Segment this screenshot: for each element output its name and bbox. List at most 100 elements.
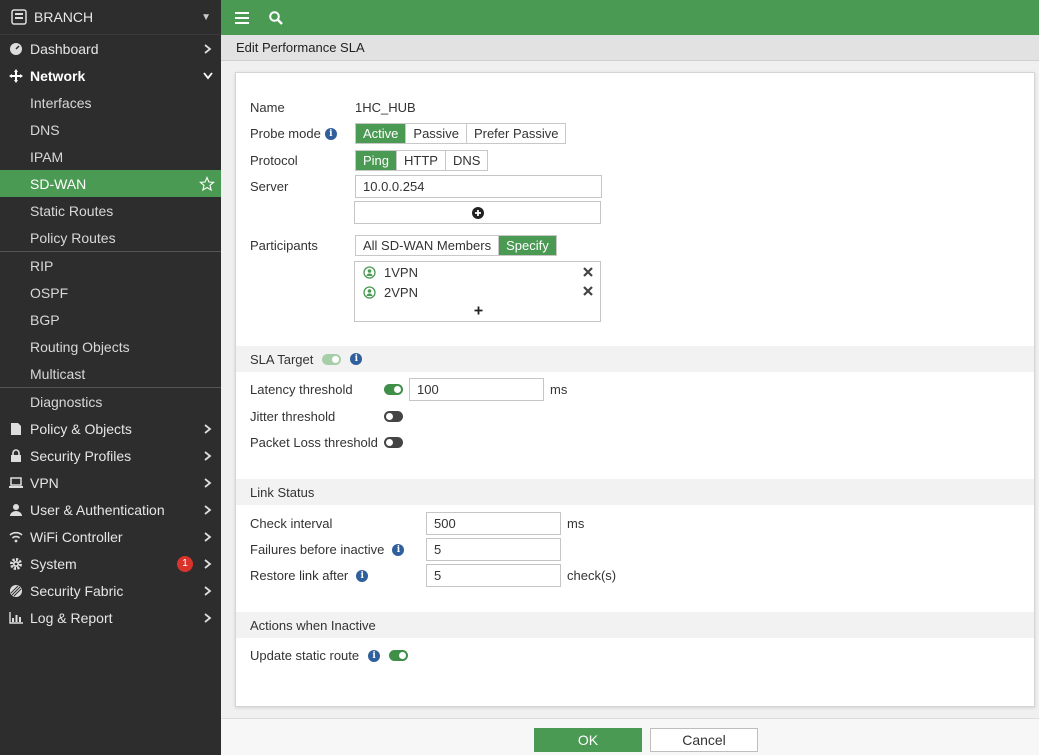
sidebar-item-system[interactable]: System 1 (0, 550, 221, 577)
sidebar-item-log-report[interactable]: Log & Report (0, 604, 221, 631)
participants-mode-selector: All SD-WAN Members Specify (355, 235, 557, 256)
sidebar: BRANCH ▼ Dashboard Network Interfaces DN… (0, 0, 221, 755)
sidebar-item-wifi-controller[interactable]: WiFi Controller (0, 523, 221, 550)
sidebar-item-label: VPN (30, 474, 59, 491)
protocol-ping[interactable]: Ping (356, 151, 398, 170)
restore-unit: check(s) (567, 568, 617, 583)
vpn-interface-icon (363, 266, 376, 279)
sidebar-item-ospf[interactable]: OSPF (0, 279, 221, 306)
sidebar-item-policy-objects[interactable]: Policy & Objects (0, 415, 221, 442)
list-item[interactable]: 1VPN (363, 265, 418, 280)
sidebar-item-label: Diagnostics (30, 393, 103, 410)
sidebar-item-label: DNS (30, 121, 60, 138)
ok-button[interactable]: OK (534, 728, 642, 752)
protocol-http[interactable]: HTTP (397, 151, 446, 170)
sidebar-item-routing-objects[interactable]: Routing Objects (0, 333, 221, 360)
info-icon[interactable]: i (324, 127, 337, 140)
protocol-selector: Ping HTTP DNS (355, 150, 489, 171)
sidebar-item-policy-routes[interactable]: Policy Routes (0, 224, 221, 251)
sidebar-item-multicast[interactable]: Multicast (0, 360, 221, 387)
latency-input[interactable]: 100 (409, 378, 544, 401)
chevron-right-icon (203, 558, 213, 569)
info-icon[interactable]: i (356, 569, 369, 582)
chevron-right-icon (203, 612, 213, 623)
vdom-selector[interactable]: BRANCH ▼ (0, 0, 221, 35)
sidebar-item-interfaces[interactable]: Interfaces (0, 89, 221, 116)
star-icon[interactable] (199, 175, 215, 192)
add-participant-icon[interactable] (474, 306, 483, 315)
chevron-right-icon (203, 504, 213, 515)
name-value: 1HC_HUB (355, 100, 416, 115)
update-static-route-label: Update static route (250, 648, 360, 663)
sla-target-heading: SLA Target (250, 351, 314, 367)
sidebar-item-label: Policy Routes (30, 229, 116, 246)
failures-input[interactable]: 5 (426, 538, 561, 561)
sla-target-header: SLA Target i (236, 346, 1034, 372)
menu-icon[interactable] (233, 9, 251, 27)
info-icon[interactable]: i (368, 649, 381, 662)
sidebar-item-security-profiles[interactable]: Security Profiles (0, 442, 221, 469)
jitter-toggle[interactable] (384, 411, 403, 422)
vpn-interface-icon (363, 286, 376, 299)
chevron-right-icon (203, 450, 213, 461)
sidebar-item-vpn[interactable]: VPN (0, 469, 221, 496)
add-server-row (354, 201, 601, 224)
close-icon[interactable] (583, 286, 593, 296)
sidebar-item-label: IPAM (30, 148, 64, 165)
protocol-dns[interactable]: DNS (445, 151, 488, 170)
link-status-header: Link Status (236, 479, 1034, 505)
probe-mode-passive[interactable]: Passive (406, 124, 467, 143)
probe-mode-active[interactable]: Active (356, 124, 407, 143)
sidebar-item-dashboard[interactable]: Dashboard (0, 35, 221, 62)
chevron-right-icon (203, 585, 213, 596)
add-server-button[interactable] (354, 201, 601, 224)
sidebar-item-label: Interfaces (30, 94, 92, 111)
restore-input[interactable]: 5 (426, 564, 561, 587)
sidebar-item-bgp[interactable]: BGP (0, 306, 221, 333)
latency-label: Latency threshold (250, 382, 353, 397)
probe-mode-prefer-passive[interactable]: Prefer Passive (466, 124, 566, 143)
participants-all-members[interactable]: All SD-WAN Members (356, 236, 500, 255)
sidebar-item-dns[interactable]: DNS (0, 116, 221, 143)
sidebar-item-user-authentication[interactable]: User & Authentication (0, 496, 221, 523)
participants-specify[interactable]: Specify (499, 236, 556, 255)
info-icon[interactable]: i (350, 353, 363, 365)
sidebar-item-label: Static Routes (30, 202, 114, 219)
top-bar (221, 0, 1039, 35)
sla-target-toggle[interactable] (322, 353, 342, 365)
sidebar-item-label: BGP (30, 311, 60, 328)
sidebar-item-sd-wan[interactable]: SD-WAN (0, 170, 221, 197)
sidebar-item-label: OSPF (30, 284, 69, 301)
dashboard-icon (8, 41, 24, 57)
server-input[interactable]: 10.0.0.254 (355, 175, 602, 198)
sidebar-item-diagnostics[interactable]: Diagnostics (0, 388, 221, 415)
packet-loss-toggle[interactable] (384, 437, 403, 448)
sidebar-item-static-routes[interactable]: Static Routes (0, 197, 221, 224)
sidebar-item-label: Dashboard (30, 40, 99, 57)
sidebar-item-security-fabric[interactable]: Security Fabric (0, 577, 221, 604)
sidebar-item-label: User & Authentication (30, 501, 165, 518)
latency-row: Latency threshold 100 ms (250, 378, 567, 401)
participant-name: 2VPN (384, 285, 418, 300)
actions-header: Actions when Inactive (236, 612, 1034, 638)
page-title: Edit Performance SLA (221, 35, 1039, 61)
laptop-icon (8, 475, 24, 491)
sidebar-item-ipam[interactable]: IPAM (0, 143, 221, 170)
close-icon[interactable] (583, 267, 593, 277)
chevron-down-icon (203, 71, 213, 81)
info-icon[interactable]: i (392, 543, 405, 556)
sidebar-item-rip[interactable]: RIP (0, 252, 221, 279)
check-interval-input[interactable]: 500 (426, 512, 561, 535)
cancel-button[interactable]: Cancel (650, 728, 758, 752)
check-interval-label: Check interval (250, 516, 333, 531)
update-static-route-toggle[interactable] (389, 650, 409, 661)
check-interval-row: Check interval 500 ms (250, 512, 584, 535)
list-item[interactable]: 2VPN (363, 285, 418, 300)
latency-toggle[interactable] (384, 384, 403, 395)
search-icon[interactable] (267, 9, 285, 27)
server-label: Server (250, 179, 289, 194)
sidebar-item-network[interactable]: Network (0, 62, 221, 89)
check-interval-unit: ms (567, 516, 585, 531)
server-row: Server 10.0.0.254 (250, 175, 602, 198)
sidebar-item-label: Log & Report (30, 609, 113, 626)
